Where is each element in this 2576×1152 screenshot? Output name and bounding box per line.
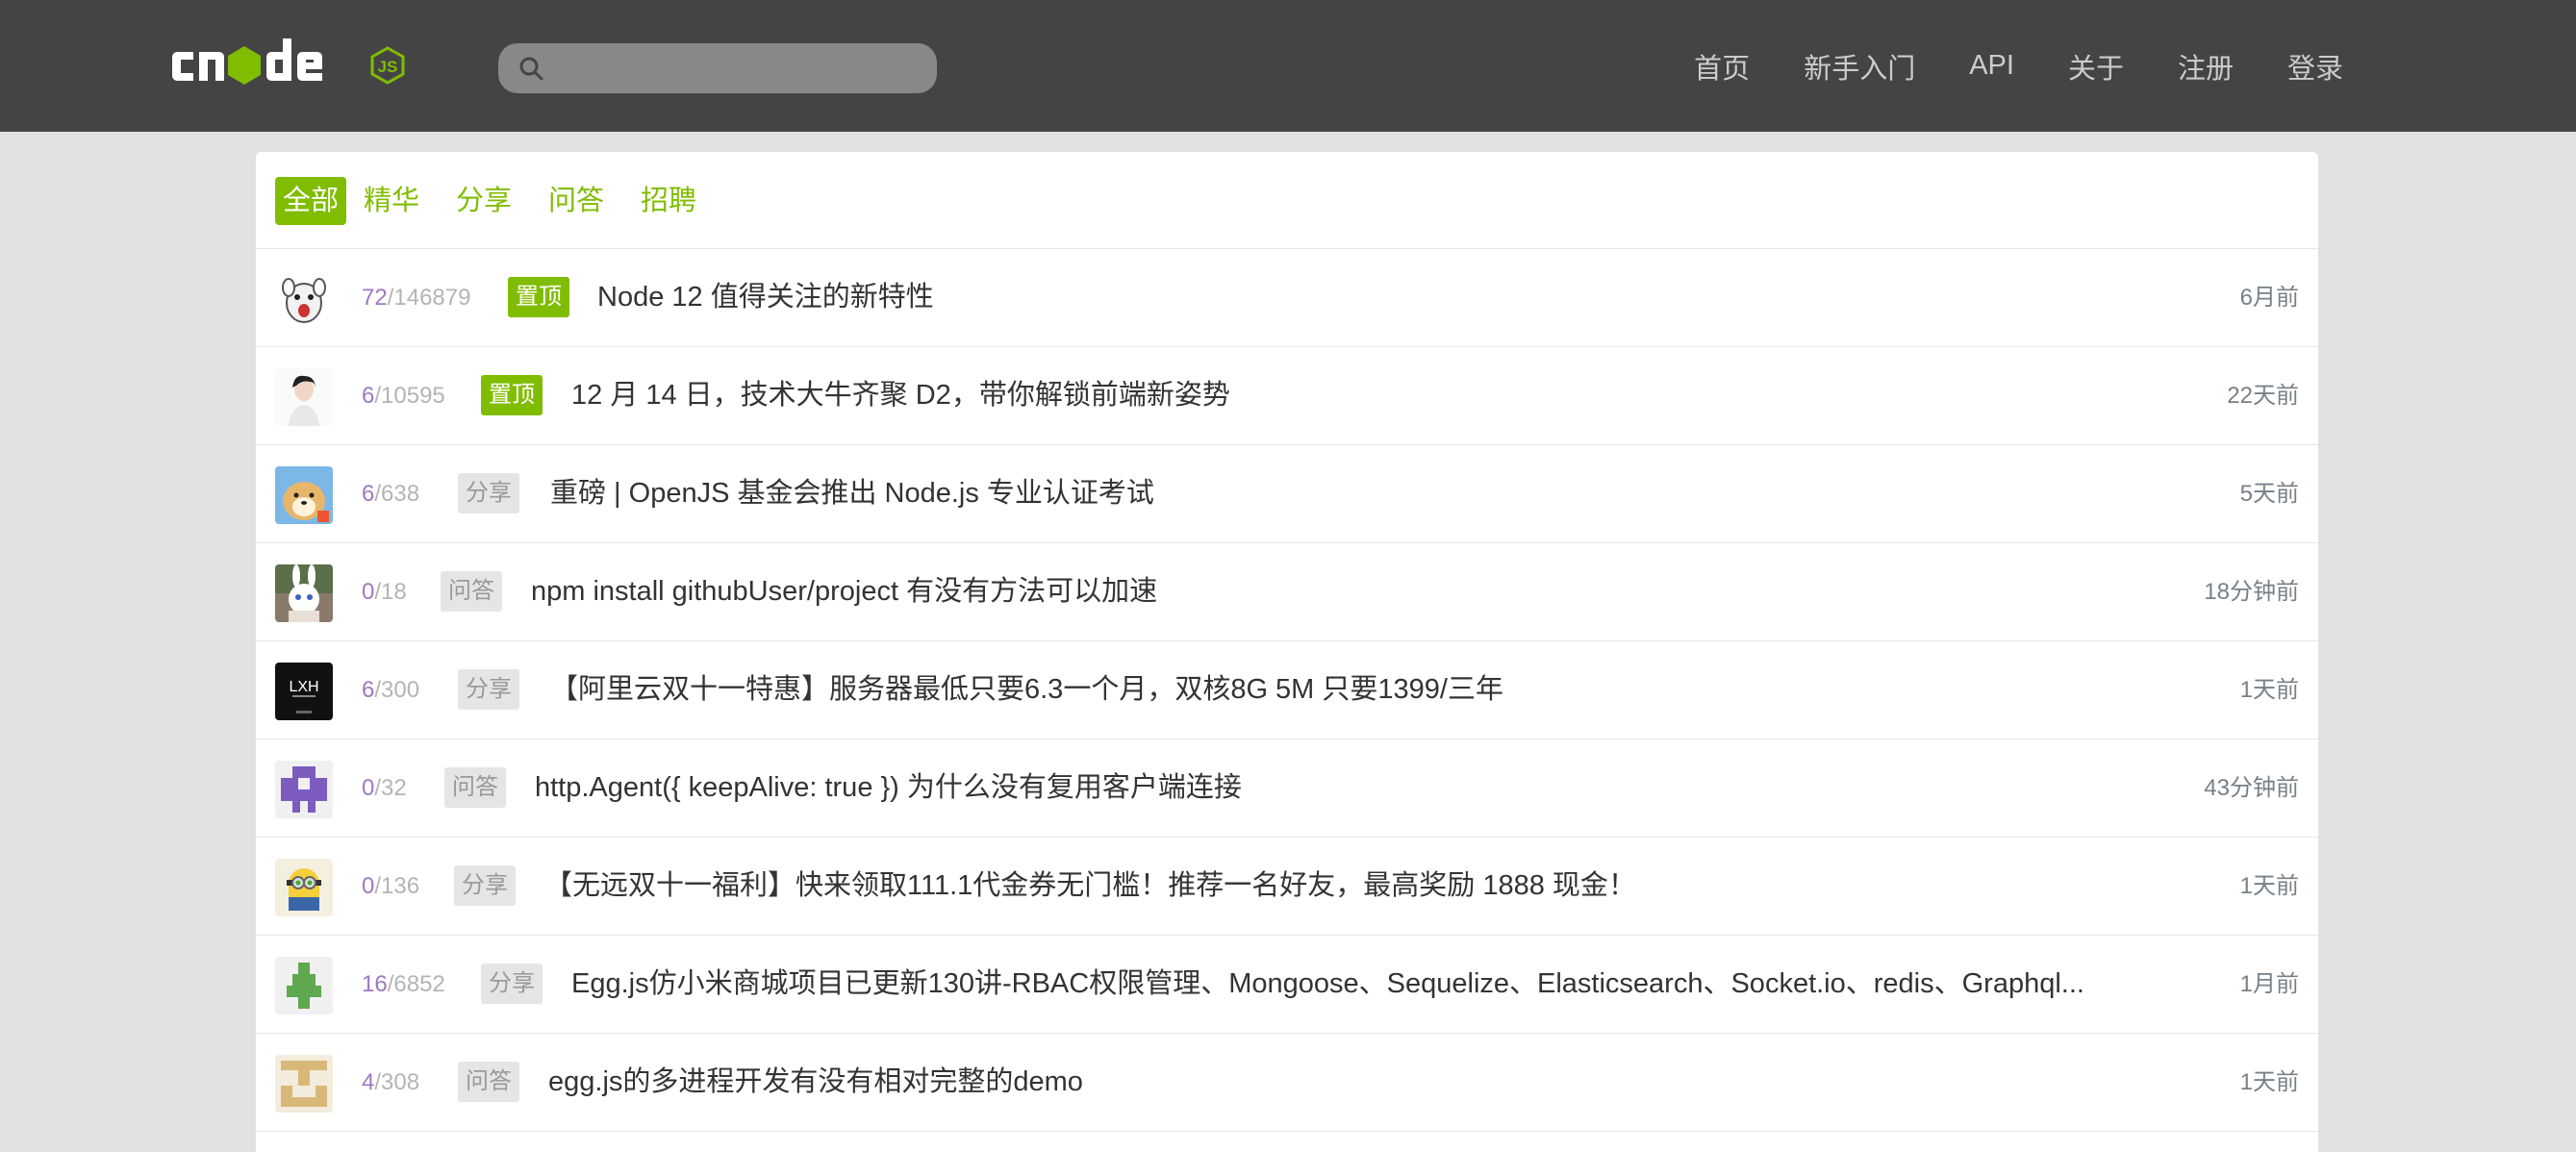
nav-links: 首页 新手入门 API 关于 注册 登录 <box>1640 0 2343 132</box>
nav-getstart[interactable]: 新手入门 <box>1804 46 1915 87</box>
topic-panel: 全部 精华 分享 问答 招聘 72/146879 置顶 Node 12 值得关注… <box>256 152 2318 1152</box>
navbar: JS 首页 新手入门 API 关于 注册 登录 <box>0 0 2576 132</box>
topic-badge: 问答 <box>441 571 502 612</box>
topic-badge: 分享 <box>458 669 519 710</box>
user-avatar[interactable] <box>275 1055 333 1113</box>
user-avatar[interactable] <box>275 859 333 916</box>
topic-count: 6/300 <box>362 677 420 703</box>
topic-time: 1天前 <box>2239 1069 2299 1095</box>
user-avatar[interactable] <box>275 957 333 1014</box>
topic-row[interactable]: 0/18 问答 npm install githubUser/project 有… <box>256 543 2318 641</box>
topic-row[interactable]: 6/638 分享 重磅 | OpenJS 基金会推出 Node.js 专业认证考… <box>256 445 2318 543</box>
topic-count: 4/308 <box>362 1069 420 1095</box>
tab-share[interactable]: 分享 <box>456 177 512 225</box>
topic-badge: 分享 <box>454 865 516 906</box>
user-avatar[interactable] <box>275 564 333 622</box>
search-input[interactable] <box>558 43 927 95</box>
topic-title[interactable]: 12 月 14 日，技术大牛齐聚 D2，带你解锁前端新姿势 <box>571 347 1230 444</box>
topic-count: 0/18 <box>362 579 407 605</box>
topic-count: 0/32 <box>362 775 407 801</box>
svg-text:JS: JS <box>378 58 398 76</box>
topic-badge: 问答 <box>458 1062 519 1102</box>
topic-title[interactable]: http.Agent({ keepAlive: true }) 为什么没有复用客… <box>535 739 1242 837</box>
topic-row[interactable]: LXH 6/300 分享 【阿里云双十一特惠】服务器最低只要6.3一个月，双核8… <box>256 641 2318 739</box>
nav-about[interactable]: 关于 <box>2068 46 2124 87</box>
topic-title[interactable]: npm install githubUser/project 有没有方法可以加速 <box>531 543 1157 640</box>
topic-badge: 分享 <box>458 473 519 513</box>
topic-title[interactable]: 重磅 | OpenJS 基金会推出 Node.js 专业认证考试 <box>550 445 1154 542</box>
user-avatar[interactable] <box>275 270 333 328</box>
nav-home[interactable]: 首页 <box>1694 46 1750 87</box>
topic-time: 5天前 <box>2239 481 2299 507</box>
topic-title[interactable]: 【无远双十一福利】快来领取111.1代金券无门槛！推荐一名好友，最高奖励 188… <box>544 838 1636 935</box>
nav-api[interactable]: API <box>1969 50 2014 82</box>
topic-time: 6月前 <box>2239 285 2299 311</box>
search-icon <box>519 57 543 81</box>
user-avatar[interactable] <box>275 368 333 426</box>
nav-signin[interactable]: 登录 <box>2287 46 2343 87</box>
topic-title[interactable]: egg.js的多进程开发有没有相对完整的demo <box>548 1034 1083 1131</box>
topic-badge: 分享 <box>481 964 543 1004</box>
topic-time: 43分钟前 <box>2204 775 2299 801</box>
topic-time: 1天前 <box>2239 873 2299 899</box>
topic-title[interactable]: 【阿里云双十一特惠】服务器最低只要6.3一个月，双核8G 5M 只要1399/三… <box>550 641 1503 739</box>
topic-count: 6/10595 <box>362 383 445 409</box>
cnodejs-logo-image: JS <box>172 38 405 85</box>
tab-ask[interactable]: 问答 <box>548 177 604 225</box>
topic-row[interactable]: 4/308 问答 egg.js的多进程开发有没有相对完整的demo 1天前 <box>256 1034 2318 1132</box>
topic-row[interactable]: 16/6852 分享 Egg.js仿小米商城项目已更新130讲-RBAC权限管理… <box>256 936 2318 1034</box>
topic-time: 1天前 <box>2239 677 2299 703</box>
topic-tabs: 全部 精华 分享 问答 招聘 <box>256 152 2318 249</box>
topic-badge: 问答 <box>444 767 506 808</box>
topic-row[interactable]: 0/136 分享 【无远双十一福利】快来领取111.1代金券无门槛！推荐一名好友… <box>256 838 2318 936</box>
user-avatar[interactable] <box>275 761 333 818</box>
tab-job[interactable]: 招聘 <box>641 177 696 225</box>
topic-time: 22天前 <box>2227 383 2299 409</box>
user-avatar[interactable] <box>275 466 333 524</box>
topic-title[interactable]: Egg.js仿小米商城项目已更新130讲-RBAC权限管理、Mongoose、S… <box>571 936 2084 1033</box>
topic-row[interactable]: 72/146879 置顶 Node 12 值得关注的新特性 6月前 <box>256 249 2318 347</box>
topic-count: 6/638 <box>362 481 420 507</box>
search-box[interactable] <box>498 43 937 95</box>
topic-count: 0/136 <box>362 873 420 899</box>
user-avatar[interactable]: LXH <box>275 663 333 720</box>
nav-signup[interactable]: 注册 <box>2178 46 2234 87</box>
topic-row[interactable]: 6/10595 置顶 12 月 14 日，技术大牛齐聚 D2，带你解锁前端新姿势… <box>256 347 2318 445</box>
topic-time: 1月前 <box>2239 971 2299 997</box>
topic-badge: 置顶 <box>481 375 543 415</box>
tab-good[interactable]: 精华 <box>364 177 419 225</box>
topic-title[interactable]: Node 12 值得关注的新特性 <box>597 249 934 346</box>
topic-count: 16/6852 <box>362 971 445 997</box>
topic-row[interactable]: 0/32 问答 http.Agent({ keepAlive: true }) … <box>256 739 2318 838</box>
avatar-text: LXH <box>289 679 318 695</box>
tab-all[interactable]: 全部 <box>275 177 347 225</box>
topic-time: 18分钟前 <box>2204 579 2299 605</box>
topic-count: 72/146879 <box>362 285 471 311</box>
topic-badge: 置顶 <box>508 277 569 317</box>
